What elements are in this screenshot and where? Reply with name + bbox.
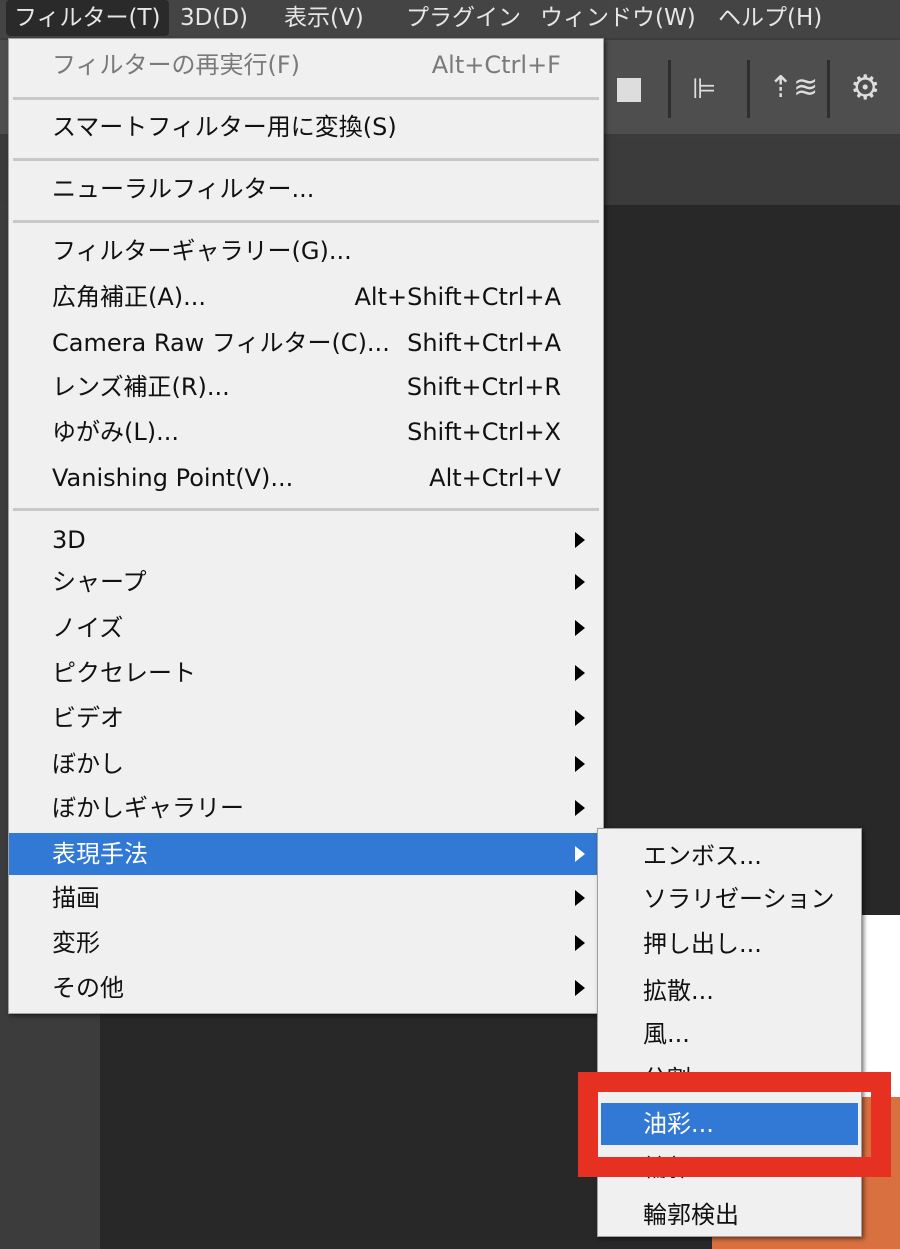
submenu-arrow-icon — [575, 574, 585, 590]
separator — [13, 220, 599, 223]
menu-item-vanishing-point[interactable]: Vanishing Point(V)... Alt+Ctrl+V — [9, 457, 603, 499]
submenu-item-wind[interactable]: 風... — [598, 1013, 861, 1055]
filter-menu: フィルターの再実行(F) Alt+Ctrl+F スマートフィルター用に変換(S) … — [8, 38, 604, 1014]
separator — [13, 97, 599, 100]
menu-item-render[interactable]: 描画 — [9, 877, 603, 919]
align-left-icon[interactable]: ⊫ — [692, 72, 716, 105]
submenu-item-diffuse[interactable]: 拡散... — [598, 970, 861, 1012]
menu-item-filter-gallery[interactable]: フィルターギャラリー(G)... — [9, 230, 603, 272]
menu-item-adaptive-wide-angle[interactable]: 広角補正(A)... Alt+Shift+Ctrl+A — [9, 276, 603, 318]
submenu-arrow-icon — [575, 980, 585, 996]
menu-item-neural-filters[interactable]: ニューラルフィルター... — [9, 168, 603, 210]
submenu-arrow-icon — [575, 846, 585, 862]
gear-icon[interactable]: ⚙ — [850, 68, 880, 108]
divider — [747, 60, 750, 118]
menu-view[interactable]: 表示(V) — [276, 0, 372, 36]
menu-item-other[interactable]: その他 — [9, 967, 603, 1009]
menu-item-convert-smart-filter[interactable]: スマートフィルター用に変換(S) — [9, 106, 603, 148]
submenu-arrow-icon — [575, 800, 585, 816]
submenu-item-extrude[interactable]: 押し出し... — [598, 923, 861, 965]
submenu-arrow-icon — [575, 890, 585, 906]
submenu-arrow-icon — [575, 756, 585, 772]
menu-item-blur[interactable]: ぼかし — [9, 743, 603, 785]
submenu-arrow-icon — [575, 935, 585, 951]
submenu-arrow-icon — [575, 532, 585, 548]
menu-item-camera-raw[interactable]: Camera Raw フィルター(C)... Shift+Ctrl+A — [9, 322, 603, 364]
menu-filter[interactable]: フィルター(T) — [6, 0, 169, 36]
divider — [827, 60, 830, 118]
submenu-item-solarize[interactable]: ソラリゼーション — [598, 878, 861, 920]
menu-item-lens-correction[interactable]: レンズ補正(R)... Shift+Ctrl+R — [9, 366, 603, 408]
menu-bar: フィルター(T) 3D(D) 表示(V) プラグイン ウィンドウ(W) ヘルプ(… — [0, 0, 900, 38]
menu-item-noise[interactable]: ノイズ — [9, 607, 603, 649]
layers-icon[interactable]: ⇡≋ — [768, 70, 818, 105]
submenu-item-emboss[interactable]: エンボス... — [598, 835, 861, 877]
menu-item-video[interactable]: ビデオ — [9, 697, 603, 739]
divider — [668, 60, 671, 118]
menu-window[interactable]: ウィンドウ(W) — [532, 0, 704, 36]
menu-item-blur-gallery[interactable]: ぼかしギャラリー — [9, 787, 603, 829]
submenu-item-find-edges[interactable]: 輪郭検出 — [598, 1194, 861, 1236]
square-icon[interactable] — [617, 78, 641, 102]
submenu-arrow-icon — [575, 710, 585, 726]
menu-item-stylize[interactable]: 表現手法 — [9, 833, 603, 875]
separator — [13, 158, 599, 161]
menu-item-3d[interactable]: 3D — [9, 519, 603, 561]
menu-help[interactable]: ヘルプ(H) — [710, 0, 830, 36]
menu-item-sharpen[interactable]: シャープ — [9, 561, 603, 603]
separator — [13, 508, 599, 511]
submenu-arrow-icon — [575, 620, 585, 636]
menu-plugins[interactable]: プラグイン — [398, 0, 529, 36]
submenu-arrow-icon — [575, 665, 585, 681]
menu-item-liquify[interactable]: ゆがみ(L)... Shift+Ctrl+X — [9, 411, 603, 453]
menu-item-pixelate[interactable]: ピクセレート — [9, 652, 603, 694]
menu-item-repeat-filter[interactable]: フィルターの再実行(F) Alt+Ctrl+F — [9, 44, 603, 86]
annotation-highlight-box — [578, 1072, 891, 1177]
menu-3d[interactable]: 3D(D) — [172, 0, 256, 36]
menu-item-distort[interactable]: 変形 — [9, 922, 603, 964]
